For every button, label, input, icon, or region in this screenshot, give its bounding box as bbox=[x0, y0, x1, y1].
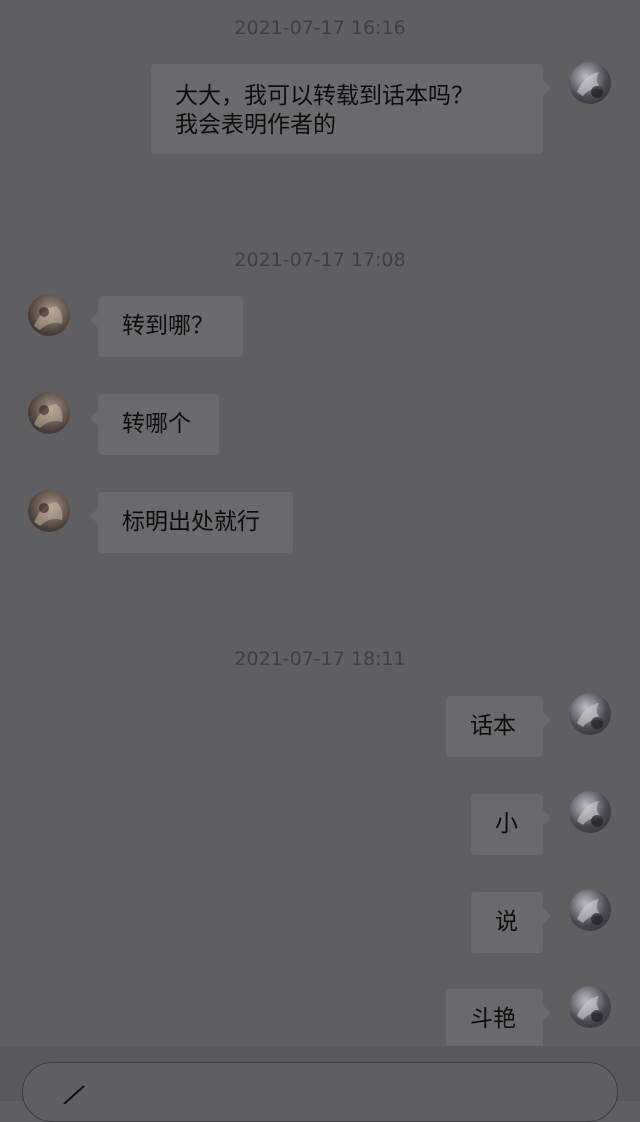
my-avatar[interactable] bbox=[569, 693, 611, 735]
timestamp: 2021-07-17 18:11 bbox=[234, 648, 406, 670]
my-avatar[interactable] bbox=[569, 889, 611, 931]
my-avatar[interactable] bbox=[569, 62, 611, 104]
message-bubble-contact[interactable]: 转到哪？ bbox=[90, 296, 243, 357]
input-bar bbox=[0, 1046, 640, 1122]
message-text: 小 bbox=[495, 811, 518, 837]
message-text: 话本 bbox=[470, 713, 516, 739]
message-input[interactable] bbox=[22, 1062, 618, 1122]
message-text: 转哪个 bbox=[122, 411, 191, 437]
message-bubble-contact[interactable]: 转哪个 bbox=[90, 394, 219, 455]
message-bubble-mine[interactable]: 大大，我可以转载到话本吗？ 我会表明作者的 bbox=[151, 64, 551, 154]
message-bubble-mine[interactable]: 斗艳 bbox=[446, 989, 551, 1046]
timestamp: 2021-07-17 17:08 bbox=[234, 249, 406, 271]
pencil-icon bbox=[63, 1085, 85, 1104]
message-text: 转到哪？ bbox=[122, 313, 214, 339]
my-avatar[interactable] bbox=[569, 986, 611, 1028]
message-bubble-mine[interactable]: 说 bbox=[471, 892, 551, 953]
my-avatar[interactable] bbox=[569, 791, 611, 833]
chat-area[interactable]: 2021-07-17 16:16 大大，我可以转载到话本吗？ 我会表明作者的 2… bbox=[0, 0, 640, 1046]
message-bubble-contact[interactable]: 标明出处就行 bbox=[90, 492, 293, 553]
contact-avatar[interactable] bbox=[28, 294, 70, 336]
message-bubble-mine[interactable]: 话本 bbox=[446, 696, 551, 757]
message-bubble-mine[interactable]: 小 bbox=[471, 794, 551, 855]
message-text: 我会表明作者的 bbox=[175, 112, 336, 138]
message-text: 大大，我可以转载到话本吗？ bbox=[175, 83, 474, 109]
message-text: 斗艳 bbox=[470, 1006, 516, 1032]
message-text: 标明出处就行 bbox=[122, 509, 260, 535]
timestamp: 2021-07-17 16:16 bbox=[234, 17, 406, 39]
message-text: 说 bbox=[495, 909, 518, 935]
contact-avatar[interactable] bbox=[28, 490, 70, 532]
contact-avatar[interactable] bbox=[28, 392, 70, 434]
